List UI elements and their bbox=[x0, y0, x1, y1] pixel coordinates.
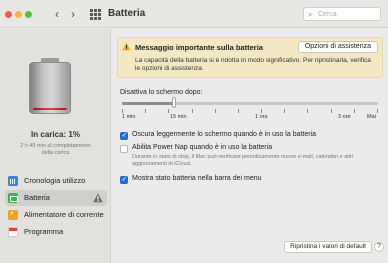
slider-tick bbox=[168, 109, 170, 113]
tick-label: Mai bbox=[367, 114, 376, 120]
sidebar-item-label: Alimentatore di corrente bbox=[24, 210, 104, 219]
sidebar-item-battery[interactable]: Batteria bbox=[5, 190, 107, 206]
sidebar-item-schedule[interactable]: Programma bbox=[5, 224, 107, 240]
chevron-right-icon[interactable]: › bbox=[66, 7, 80, 21]
display-sleep-label: Disattiva lo schermo dopo: bbox=[120, 89, 203, 96]
battery-alert-banner: Messaggio importante sulla batteria Opzi… bbox=[117, 37, 383, 78]
alert-title: Messaggio importante sulla batteria bbox=[135, 43, 263, 52]
option-label: Oscura leggermente lo schermo quando è i… bbox=[132, 131, 317, 138]
sidebar-item-label: Batteria bbox=[24, 193, 50, 202]
usage-history-icon bbox=[8, 176, 18, 186]
search-placeholder: Cerca bbox=[318, 11, 337, 18]
restore-defaults-button[interactable]: Ripristina i valori di default bbox=[284, 241, 372, 253]
sidebar-item-label: Cronologia utilizzo bbox=[24, 176, 86, 185]
display-sleep-slider[interactable] bbox=[122, 102, 378, 105]
grid-icon[interactable] bbox=[90, 9, 101, 20]
window-title: Batteria bbox=[108, 8, 146, 19]
option-label: Abilita Power Nap quando è in uso la bat… bbox=[132, 144, 273, 151]
chevron-left-icon[interactable]: ‹ bbox=[50, 7, 64, 21]
sidebar-item-usage-history[interactable]: Cronologia utilizzo bbox=[5, 173, 107, 189]
slider-tick bbox=[237, 109, 239, 113]
battery-level-fill bbox=[33, 108, 67, 110]
slider-tick bbox=[191, 109, 193, 113]
warning-icon bbox=[122, 42, 131, 51]
tick-label: 1 ora bbox=[255, 114, 268, 120]
zoom-window-button[interactable] bbox=[25, 11, 32, 18]
slider-tick bbox=[284, 109, 286, 113]
alert-message: La capacità della batteria si è ridotta … bbox=[135, 57, 371, 72]
slider-tick bbox=[214, 109, 216, 113]
option-label: Mostra stato batteria nella barra dei me… bbox=[132, 175, 262, 182]
slider-tick bbox=[261, 109, 263, 113]
slider-tick bbox=[145, 109, 147, 113]
search-field[interactable]: ⌕ Cerca bbox=[303, 7, 381, 21]
menu-bar-status-checkbox[interactable] bbox=[120, 175, 128, 184]
slider-tick bbox=[353, 109, 355, 113]
dim-display-checkbox[interactable] bbox=[120, 131, 128, 140]
slider-handle[interactable] bbox=[172, 97, 177, 108]
tick-label: 15 min bbox=[170, 114, 187, 120]
slider-tick bbox=[377, 109, 378, 113]
sidebar-list: Cronologia utilizzo Batteria Alimentator… bbox=[5, 173, 107, 241]
option-description: Durante lo stato di stop, il Mac può ver… bbox=[132, 154, 354, 167]
charge-time-remaining: 2 h 45 min al completamento della carica bbox=[20, 143, 91, 156]
service-options-button[interactable]: Opzioni di assistenza bbox=[297, 41, 378, 53]
close-window-button[interactable] bbox=[5, 11, 12, 18]
main-panel: Messaggio importante sulla batteria Opzi… bbox=[112, 29, 388, 263]
battery-icon bbox=[8, 193, 18, 203]
battery-preferences-window: ‹ › Batteria ⌕ Cerca In carica: 1% 2 h 4… bbox=[0, 0, 388, 263]
warning-icon bbox=[93, 193, 103, 203]
slider-tick bbox=[307, 109, 309, 113]
slider-ticks bbox=[122, 109, 378, 113]
slider-tick bbox=[330, 109, 332, 113]
sidebar-item-power-adapter[interactable]: Alimentatore di corrente bbox=[5, 207, 107, 223]
schedule-icon bbox=[8, 227, 18, 237]
battery-level-graphic bbox=[29, 58, 71, 114]
sidebar: In carica: 1% 2 h 45 min al completament… bbox=[0, 29, 111, 263]
tick-label: 3 ore bbox=[338, 114, 351, 120]
power-adapter-icon bbox=[8, 209, 18, 220]
minimize-window-button[interactable] bbox=[15, 11, 22, 18]
title-bar: ‹ › Batteria ⌕ Cerca bbox=[0, 0, 388, 28]
power-nap-checkbox[interactable] bbox=[120, 145, 128, 153]
sidebar-item-label: Programma bbox=[24, 227, 64, 236]
search-icon: ⌕ bbox=[308, 10, 313, 19]
charge-status: In carica: 1% bbox=[31, 130, 80, 139]
help-button[interactable]: ? bbox=[374, 242, 384, 252]
slider-tick bbox=[122, 109, 123, 113]
tick-label: 1 min bbox=[122, 114, 136, 120]
